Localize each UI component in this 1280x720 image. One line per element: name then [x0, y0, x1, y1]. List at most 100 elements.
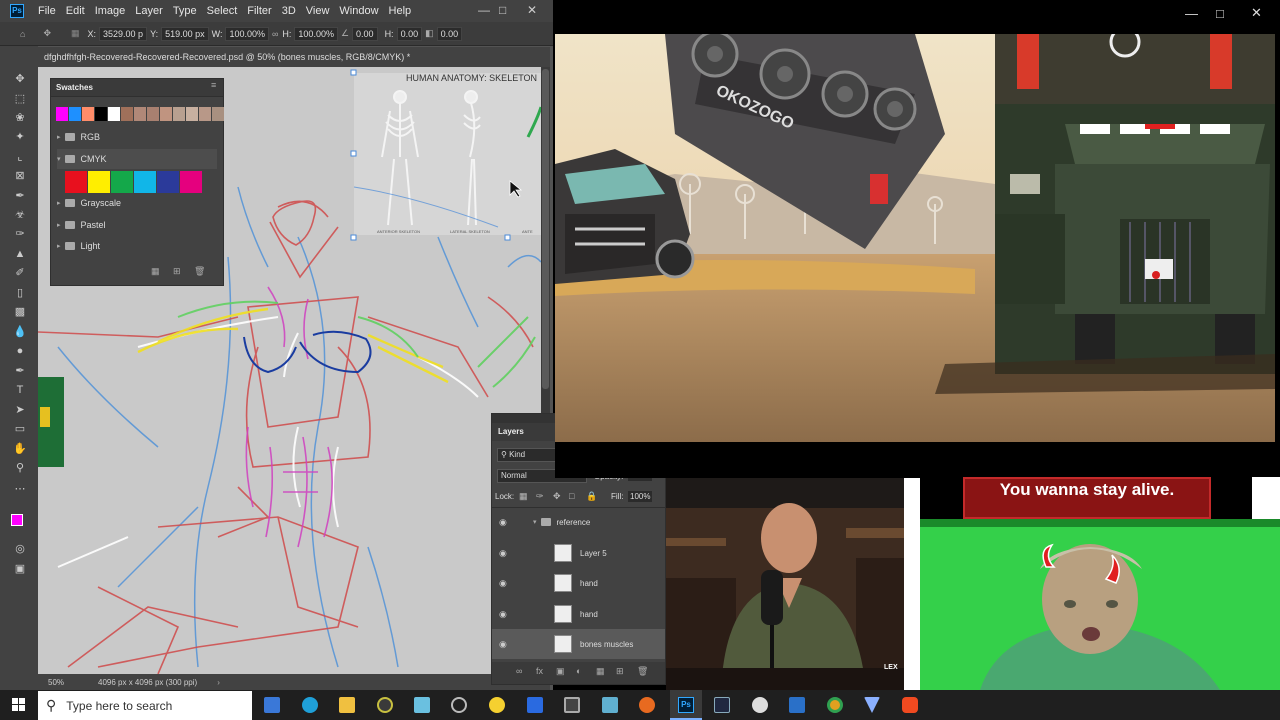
hskew-field[interactable]: 0.00: [396, 26, 423, 41]
frame-tool-icon[interactable]: ⊠: [12, 169, 28, 183]
lock-all-icon[interactable]: 🔒: [586, 491, 597, 502]
edge-browser-icon[interactable]: [302, 697, 318, 713]
blur-tool-icon[interactable]: 💧: [12, 325, 28, 339]
swatch-cmyk[interactable]: [88, 171, 110, 193]
swatch-group-cmyk[interactable]: ▾ CMYK: [57, 149, 217, 169]
minimize-icon[interactable]: —: [478, 3, 490, 17]
swatch-recent[interactable]: [95, 107, 107, 121]
swatch-recent[interactable]: [147, 107, 159, 121]
panel-menu-icon[interactable]: ≡: [211, 80, 216, 90]
fx-icon[interactable]: fx: [536, 666, 543, 676]
menu-3d[interactable]: 3D: [277, 5, 301, 17]
swatch-group-rgb[interactable]: ▸ RGB: [57, 127, 100, 147]
swatch-cmyk[interactable]: [180, 171, 202, 193]
swatch-cmyk[interactable]: [134, 171, 156, 193]
eraser-tool-icon[interactable]: ▯: [12, 286, 28, 300]
layer-row[interactable]: ◉ Layer 5: [492, 538, 665, 568]
app-icon-1[interactable]: [377, 697, 393, 713]
mask-icon[interactable]: ▣: [556, 666, 565, 677]
bulb-icon[interactable]: [489, 697, 505, 713]
lock-brush-icon[interactable]: ✑: [536, 491, 544, 502]
layer-row[interactable]: ◉ hand: [492, 599, 665, 629]
swatch-group-light[interactable]: ▸ Light: [57, 236, 100, 256]
adjustment-icon[interactable]: ◐: [576, 666, 581, 676]
screen-mode-icon[interactable]: ▣: [12, 562, 28, 576]
angle-field[interactable]: 0.00: [352, 26, 378, 41]
y-position-field[interactable]: 519.00 px: [161, 26, 209, 41]
swatches-tab[interactable]: Swatches: [56, 83, 93, 92]
swatch-recent[interactable]: [212, 107, 224, 121]
task-view-icon[interactable]: [264, 697, 280, 713]
width-field[interactable]: 100.00%: [225, 26, 269, 41]
game-video[interactable]: OKOZOGO: [555, 34, 1275, 442]
new-group-icon[interactable]: ▦: [151, 266, 160, 277]
crop-tool-icon[interactable]: ⌞: [12, 150, 28, 164]
new-layer-icon[interactable]: ⊞: [616, 666, 624, 677]
menu-file[interactable]: File: [33, 5, 61, 17]
filter-kind-select[interactable]: ⚲ Kind: [497, 448, 559, 462]
type-tool-icon[interactable]: T: [12, 383, 28, 397]
swatch-group-pastel[interactable]: ▸ Pastel: [57, 215, 106, 235]
app-icon-5[interactable]: [714, 697, 730, 713]
layer-row[interactable]: ◉ hand: [492, 568, 665, 598]
lasso-tool-icon[interactable]: ❀: [12, 111, 28, 125]
swatch-cmyk[interactable]: [111, 171, 133, 193]
trash-icon[interactable]: 🗑: [637, 666, 648, 677]
foreground-color[interactable]: [11, 514, 23, 526]
menu-filter[interactable]: Filter: [242, 5, 276, 17]
firefox-icon[interactable]: [639, 697, 655, 713]
lock-artboard-icon[interactable]: □: [569, 491, 574, 501]
swatch-recent[interactable]: [108, 107, 120, 121]
chrome-icon[interactable]: [827, 697, 843, 713]
swatch-cmyk[interactable]: [65, 171, 87, 193]
app-icon-6[interactable]: [752, 697, 768, 713]
group-icon[interactable]: ▦: [596, 666, 605, 677]
history-brush-icon[interactable]: ✐: [12, 266, 28, 280]
close-icon[interactable]: ✕: [1251, 5, 1262, 21]
marquee-tool-icon[interactable]: ⬚: [12, 92, 28, 106]
menu-image[interactable]: Image: [90, 5, 131, 17]
stamp-tool-icon[interactable]: ▲: [12, 247, 28, 261]
app-icon-8[interactable]: [864, 697, 880, 713]
home-icon[interactable]: ⌂: [20, 29, 25, 39]
quick-mask-icon[interactable]: ◎: [12, 542, 28, 556]
rectangle-tool-icon[interactable]: ▭: [12, 422, 28, 436]
obs-icon[interactable]: [451, 697, 467, 713]
lock-transparent-icon[interactable]: ▦: [519, 491, 528, 502]
swatch-cmyk[interactable]: [157, 171, 179, 193]
link-icon[interactable]: ∞: [272, 29, 278, 39]
vskew-field[interactable]: 0.00: [436, 26, 463, 41]
menu-help[interactable]: Help: [384, 5, 417, 17]
taskbar-search-box[interactable]: ⚲ Type here to search: [38, 691, 252, 720]
swatch-recent[interactable]: [199, 107, 211, 121]
app-icon-2[interactable]: [414, 697, 430, 713]
reference-point-icon[interactable]: ▦: [71, 28, 80, 39]
swatch-recent[interactable]: [69, 107, 81, 121]
file-explorer-icon[interactable]: [339, 697, 355, 713]
quick-select-tool-icon[interactable]: ✦: [12, 130, 28, 144]
menu-layer[interactable]: Layer: [130, 5, 168, 17]
hand-tool-icon[interactable]: ✋: [12, 442, 28, 456]
maximize-icon[interactable]: □: [499, 3, 506, 17]
menu-select[interactable]: Select: [202, 5, 243, 17]
x-position-field[interactable]: 3529.00 p: [99, 26, 148, 41]
windows-start-icon[interactable]: [12, 698, 26, 712]
lock-position-icon[interactable]: ✥: [553, 491, 561, 502]
new-swatch-icon[interactable]: ⊞: [173, 266, 181, 277]
swatch-recent[interactable]: [82, 107, 94, 121]
swatch-recent[interactable]: [173, 107, 185, 121]
layer-row-selected[interactable]: ◉ bones muscles: [492, 629, 665, 659]
menu-edit[interactable]: Edit: [61, 5, 90, 17]
link-layers-icon[interactable]: ∞: [516, 666, 522, 676]
swatch-recent[interactable]: [134, 107, 146, 121]
dodge-tool-icon[interactable]: ●: [12, 344, 28, 358]
brush-tool-icon[interactable]: ✑: [12, 227, 28, 241]
fill-field[interactable]: 100%: [628, 491, 653, 502]
docs-icon[interactable]: [527, 697, 543, 713]
healing-tool-icon[interactable]: ☣: [12, 208, 28, 222]
layer-group-reference[interactable]: ◉ ▾ reference: [492, 512, 665, 532]
photoshop-taskbar-item[interactable]: Ps: [670, 690, 702, 720]
brave-icon[interactable]: [902, 697, 918, 713]
pen-tool-icon[interactable]: ✒: [12, 364, 28, 378]
layers-tab[interactable]: Layers: [498, 427, 524, 436]
